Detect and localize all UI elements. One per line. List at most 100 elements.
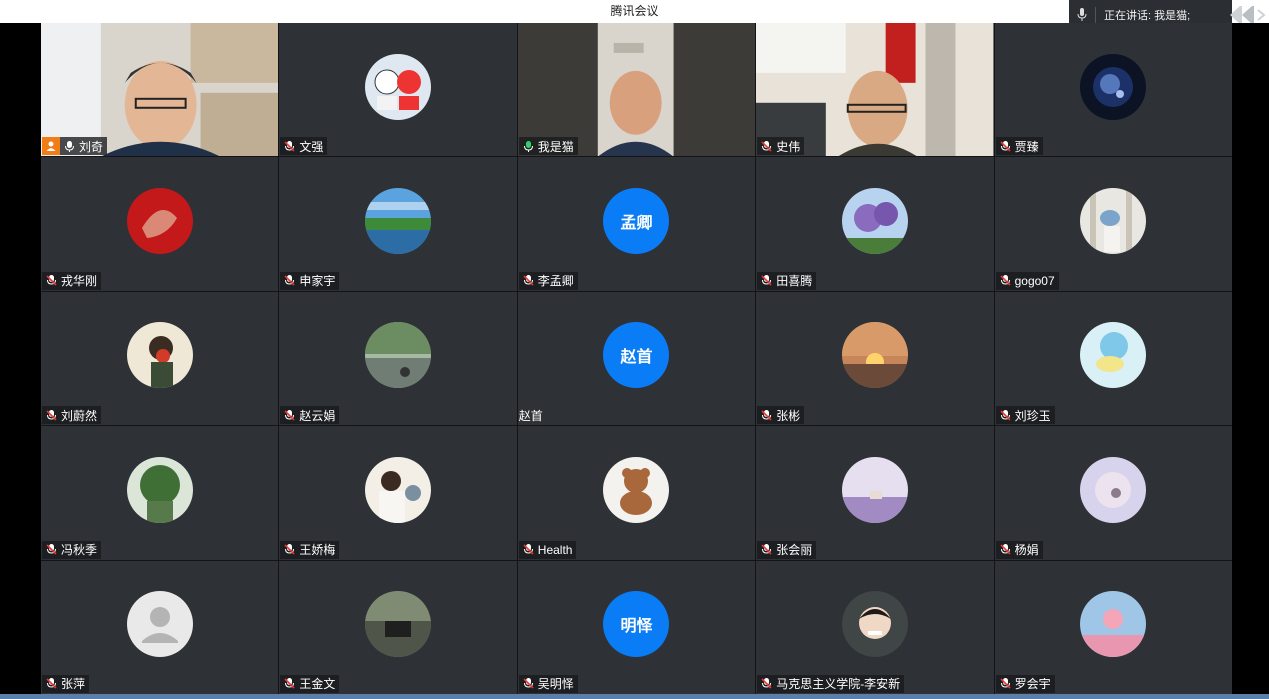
participant-tile[interactable]: 张彬 xyxy=(756,291,994,426)
muted-mic-icon xyxy=(760,274,773,287)
participant-tile[interactable]: 罗会宇 xyxy=(994,560,1232,694)
participant-name: 赵首 xyxy=(518,408,543,423)
participant-tile[interactable]: 张萍 xyxy=(41,560,279,694)
participant-tile[interactable]: 田喜腾 xyxy=(756,157,994,291)
participant-name: 罗会宇 xyxy=(1014,677,1051,692)
avatar xyxy=(365,188,432,255)
name-label: 刘蔚然 xyxy=(42,406,102,425)
participant-tile[interactable]: 刘珍玉 xyxy=(994,291,1232,426)
participant-name: 张彬 xyxy=(776,408,801,423)
default-avatar-icon xyxy=(126,591,193,658)
name-label: 刘珍玉 xyxy=(995,406,1055,425)
muted-mic-icon xyxy=(999,677,1012,690)
name-label: 张会丽 xyxy=(757,540,817,559)
participant-tile[interactable]: 明怿 吴明怿 xyxy=(517,560,756,694)
avatar xyxy=(841,188,908,255)
muted-mic-icon xyxy=(999,543,1012,556)
divider xyxy=(1095,7,1096,23)
participant-tile[interactable]: 申家宇 xyxy=(279,157,517,291)
participant-tile[interactable]: 贾臻 xyxy=(994,23,1232,157)
microphone-icon xyxy=(1069,8,1095,22)
name-label: 刘奇 xyxy=(42,137,108,156)
avatar xyxy=(1080,188,1147,255)
avatar: 孟卿 xyxy=(603,188,670,255)
avatar xyxy=(126,456,193,523)
participant-tile[interactable]: 张会丽 xyxy=(756,426,994,560)
name-label: 文强 xyxy=(280,137,328,156)
participant-tile[interactable]: 戎华刚 xyxy=(41,157,279,291)
name-label: 贾臻 xyxy=(995,137,1043,156)
avatar xyxy=(365,53,432,120)
participant-name: 刘珍玉 xyxy=(1014,408,1051,423)
avatar xyxy=(1080,322,1147,389)
muted-mic-icon xyxy=(283,543,296,556)
name-label: 史伟 xyxy=(757,137,805,156)
participant-tile[interactable]: 杨娟 xyxy=(994,426,1232,560)
video-feed xyxy=(41,23,279,157)
name-label: 杨娟 xyxy=(995,540,1043,559)
host-icon xyxy=(42,137,60,156)
name-label: 张彬 xyxy=(757,406,805,425)
participant-name: 申家宇 xyxy=(299,274,336,289)
name-label: 冯秋季 xyxy=(42,540,102,559)
avatar xyxy=(1080,591,1147,658)
participant-tile[interactable]: 赵首 赵首 xyxy=(517,291,756,426)
muted-mic-icon xyxy=(283,677,296,690)
participant-name: 张萍 xyxy=(61,677,86,692)
name-label: 赵首 xyxy=(519,406,547,424)
muted-mic-icon xyxy=(999,140,1012,153)
avatar xyxy=(365,322,432,389)
participant-name: 吴明怿 xyxy=(537,677,574,692)
muted-mic-icon xyxy=(283,409,296,422)
avatar xyxy=(603,456,670,523)
participant-name: 戎华刚 xyxy=(61,274,98,289)
participant-name: gogo07 xyxy=(1014,273,1055,288)
muted-mic-icon xyxy=(760,409,773,422)
muted-mic-icon xyxy=(522,677,535,690)
name-label: 李孟卿 xyxy=(518,271,578,290)
muted-mic-icon xyxy=(45,274,58,287)
taskbar xyxy=(0,694,1269,699)
participant-tile[interactable]: 刘奇 xyxy=(41,23,279,157)
participant-tile[interactable]: 冯秋季 xyxy=(41,426,279,560)
name-label: 王金文 xyxy=(280,674,340,693)
participant-tile[interactable]: gogo07 xyxy=(994,157,1232,291)
avatar xyxy=(1080,53,1147,120)
avatar: 赵首 xyxy=(603,322,670,389)
participant-name: 赵云娟 xyxy=(299,408,336,423)
avatar xyxy=(841,322,908,389)
muted-mic-icon xyxy=(760,140,773,153)
avatar xyxy=(365,591,432,658)
participant-tile[interactable]: 孟卿李孟卿 xyxy=(517,157,756,291)
microphone-icon xyxy=(63,140,76,153)
left-margin xyxy=(0,23,41,699)
muted-mic-icon xyxy=(999,274,1012,287)
muted-mic-icon xyxy=(283,140,296,153)
microphone-icon xyxy=(522,140,535,153)
participant-tile[interactable]: Health xyxy=(517,426,756,560)
avatar xyxy=(1080,456,1147,523)
participant-tile[interactable]: 刘蔚然 xyxy=(41,291,279,426)
muted-mic-icon xyxy=(45,543,58,556)
participant-name: 刘奇 xyxy=(79,139,104,154)
participant-tile[interactable]: 史伟 xyxy=(756,23,994,157)
participant-name: 文强 xyxy=(299,139,324,154)
name-label: 赵云娟 xyxy=(280,406,340,425)
participant-tile[interactable]: 马克思主义学院-李安新 xyxy=(756,560,994,694)
name-label: 我是猫 xyxy=(518,137,578,156)
avatar xyxy=(841,456,908,523)
muted-mic-icon xyxy=(45,409,58,422)
participant-tile[interactable]: 文强 xyxy=(279,23,517,157)
name-label: 王娇梅 xyxy=(280,540,340,559)
participant-name: 刘蔚然 xyxy=(61,408,98,423)
name-label: 罗会宇 xyxy=(995,674,1055,693)
muted-mic-icon xyxy=(999,409,1012,422)
participant-tile[interactable]: 王金文 xyxy=(279,560,517,694)
participant-tile[interactable]: 我是猫 xyxy=(517,23,756,157)
name-label: gogo07 xyxy=(995,271,1059,290)
participant-name: 李孟卿 xyxy=(537,274,574,289)
muted-mic-icon xyxy=(760,543,773,556)
participant-tile[interactable]: 王娇梅 xyxy=(279,426,517,560)
participant-tile[interactable]: 赵云娟 xyxy=(279,291,517,426)
participant-name: 王金文 xyxy=(299,677,336,692)
